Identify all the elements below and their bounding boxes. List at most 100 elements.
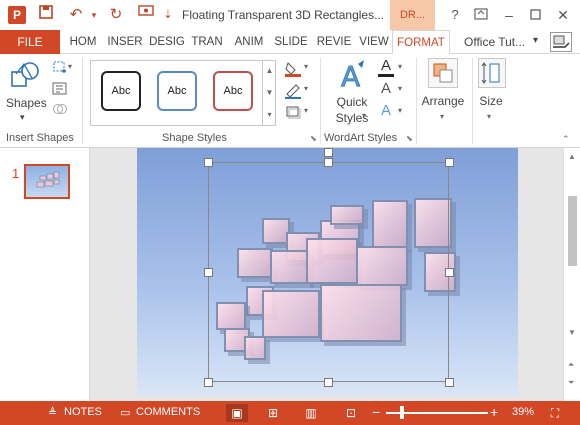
save-icon[interactable] [36,5,56,25]
chevron-down-icon[interactable]: ▾ [398,84,402,93]
zoom-level[interactable]: 39% [512,406,534,418]
normal-view-icon[interactable]: ▣ [226,404,248,422]
comments-icon[interactable]: ▭ [120,406,130,419]
slide-canvas[interactable] [137,148,518,396]
resize-handle[interactable] [324,378,333,387]
tab-view[interactable]: VIEW [356,30,392,54]
zoom-in-button[interactable]: + [490,404,498,420]
group-divider [416,58,417,144]
comments-button[interactable]: COMMENTS [136,406,200,418]
gallery-scroll-down-icon[interactable]: ▼ [263,82,276,104]
scroll-thumb[interactable] [568,196,577,266]
shapes-button[interactable]: Shapes [6,96,47,110]
shapes-gallery-icon[interactable] [10,60,42,90]
arrange-icon[interactable] [428,58,458,88]
gallery-more-icon[interactable]: ▾ [263,104,276,126]
tab-slideshow[interactable]: SLIDE [270,30,312,54]
shape-style-swatch[interactable]: Abc [213,71,253,111]
tab-animations[interactable]: ANIM [228,30,270,54]
scroll-up-icon[interactable]: ▲ [568,152,576,161]
shape-style-swatch[interactable]: Abc [101,71,141,111]
ribbon-tab-row: FILE HOM INSER DESIG TRAN ANIM SLIDE REV… [0,30,580,55]
close-icon[interactable]: ✕ [552,5,574,25]
user-account-name[interactable]: Office Tut... [464,35,525,49]
chevron-down-icon[interactable]: ▾ [304,84,308,93]
gallery-scroll-up-icon[interactable]: ▲ [263,60,276,82]
arrange-button[interactable]: Arrange [420,94,466,108]
resize-handle[interactable] [445,268,454,277]
customize-qat-icon[interactable]: ⇣ [158,5,178,25]
chevron-down-icon[interactable]: ▾ [533,35,538,46]
fit-to-window-icon[interactable]: ⛶ [544,404,566,422]
presenter-icon[interactable] [136,5,156,25]
next-slide-icon[interactable]: ⏷ [568,378,574,388]
quick-styles-icon[interactable]: A [338,58,368,93]
text-outline-icon[interactable]: A [378,80,394,100]
svg-text:A: A [341,60,360,92]
help-icon[interactable]: ? [444,5,466,25]
previous-slide-icon[interactable]: ⏶ [568,360,574,370]
shape-styles-gallery: Abc Abc Abc [90,60,276,126]
tab-review[interactable]: REVIE [312,30,356,54]
dialog-launcher-icon[interactable]: ⬊ [310,134,317,143]
resize-handle[interactable] [324,158,333,167]
chevron-down-icon[interactable]: ▾ [304,62,308,71]
undo-icon[interactable]: ↶ [66,5,86,25]
wordart-styles-group-label: WordArt Styles [324,132,398,144]
maximize-icon[interactable] [524,5,546,25]
tab-file[interactable]: FILE [0,30,60,54]
zoom-slider-thumb[interactable] [400,406,405,419]
scroll-down-icon[interactable]: ▼ [568,328,576,337]
resize-handle[interactable] [445,378,454,387]
tab-home[interactable]: HOM [64,30,102,54]
text-fill-icon[interactable]: A [378,58,394,78]
rotate-handle[interactable] [324,148,333,157]
tab-design[interactable]: DESIG [146,30,188,54]
text-effects-icon[interactable]: A [378,102,394,122]
minimize-icon[interactable]: – [498,5,520,25]
slide-thumbnail[interactable] [24,164,70,199]
title-bar: P ↶ ▾ ↻ ⇣ Floating Transparent 3D Rectan… [0,0,580,30]
shape-effects-icon[interactable] [284,104,302,120]
size-button[interactable]: Size [476,94,506,108]
ribbon-display-icon[interactable] [470,5,492,25]
tab-format[interactable]: FORMAT [392,30,450,55]
chevron-down-icon[interactable]: ▾ [20,112,25,123]
size-icon[interactable] [478,58,506,88]
slideshow-view-icon[interactable]: ⊡ [340,404,362,422]
shape-styles-group-label: Shape Styles [162,132,227,144]
text-box-icon[interactable] [52,82,68,96]
slide-thumbnail-pane: 1 [0,148,90,401]
chevron-down-icon[interactable]: ▾ [398,106,402,115]
zoom-out-button[interactable]: − [372,404,380,420]
chevron-down-icon[interactable]: ▾ [68,62,72,71]
resize-handle[interactable] [204,268,213,277]
chevron-down-icon[interactable]: ▾ [440,112,444,121]
tab-insert[interactable]: INSER [104,30,146,54]
notes-icon[interactable]: ≜ [48,406,57,419]
resize-handle[interactable] [445,158,454,167]
chevron-down-icon[interactable]: ▾ [398,62,402,71]
slide-sorter-icon[interactable]: ⊞ [262,404,284,422]
reading-view-icon[interactable]: ▥ [300,404,322,422]
powerpoint-app-icon[interactable]: P [8,6,26,24]
undo-dropdown-icon[interactable]: ▾ [84,5,104,25]
quick-styles-button[interactable]: Quick Styles [330,94,374,126]
collapse-ribbon-icon[interactable]: ⌃ [562,134,570,145]
edit-shape-icon[interactable] [52,60,68,74]
shape-fill-icon[interactable] [284,60,302,78]
avatar[interactable] [550,32,572,52]
shape-outline-icon[interactable] [284,82,302,100]
resize-handle[interactable] [204,378,213,387]
resize-handle[interactable] [204,158,213,167]
redo-icon[interactable]: ↻ [106,5,126,25]
chevron-down-icon[interactable]: ▾ [362,111,366,120]
shape-style-swatch[interactable]: Abc [157,71,197,111]
vertical-scrollbar[interactable]: ▲ ▼ ⏶ ⏷ [563,148,580,401]
tab-transitions[interactable]: TRAN [188,30,226,54]
dialog-launcher-icon[interactable]: ⬊ [406,134,413,143]
chevron-down-icon[interactable]: ▾ [487,112,491,121]
status-bar: ≜ NOTES ▭ COMMENTS ▣ ⊞ ▥ ⊡ − + 39% ⛶ [0,401,580,425]
chevron-down-icon[interactable]: ▾ [304,106,308,115]
notes-button[interactable]: NOTES [64,406,102,418]
